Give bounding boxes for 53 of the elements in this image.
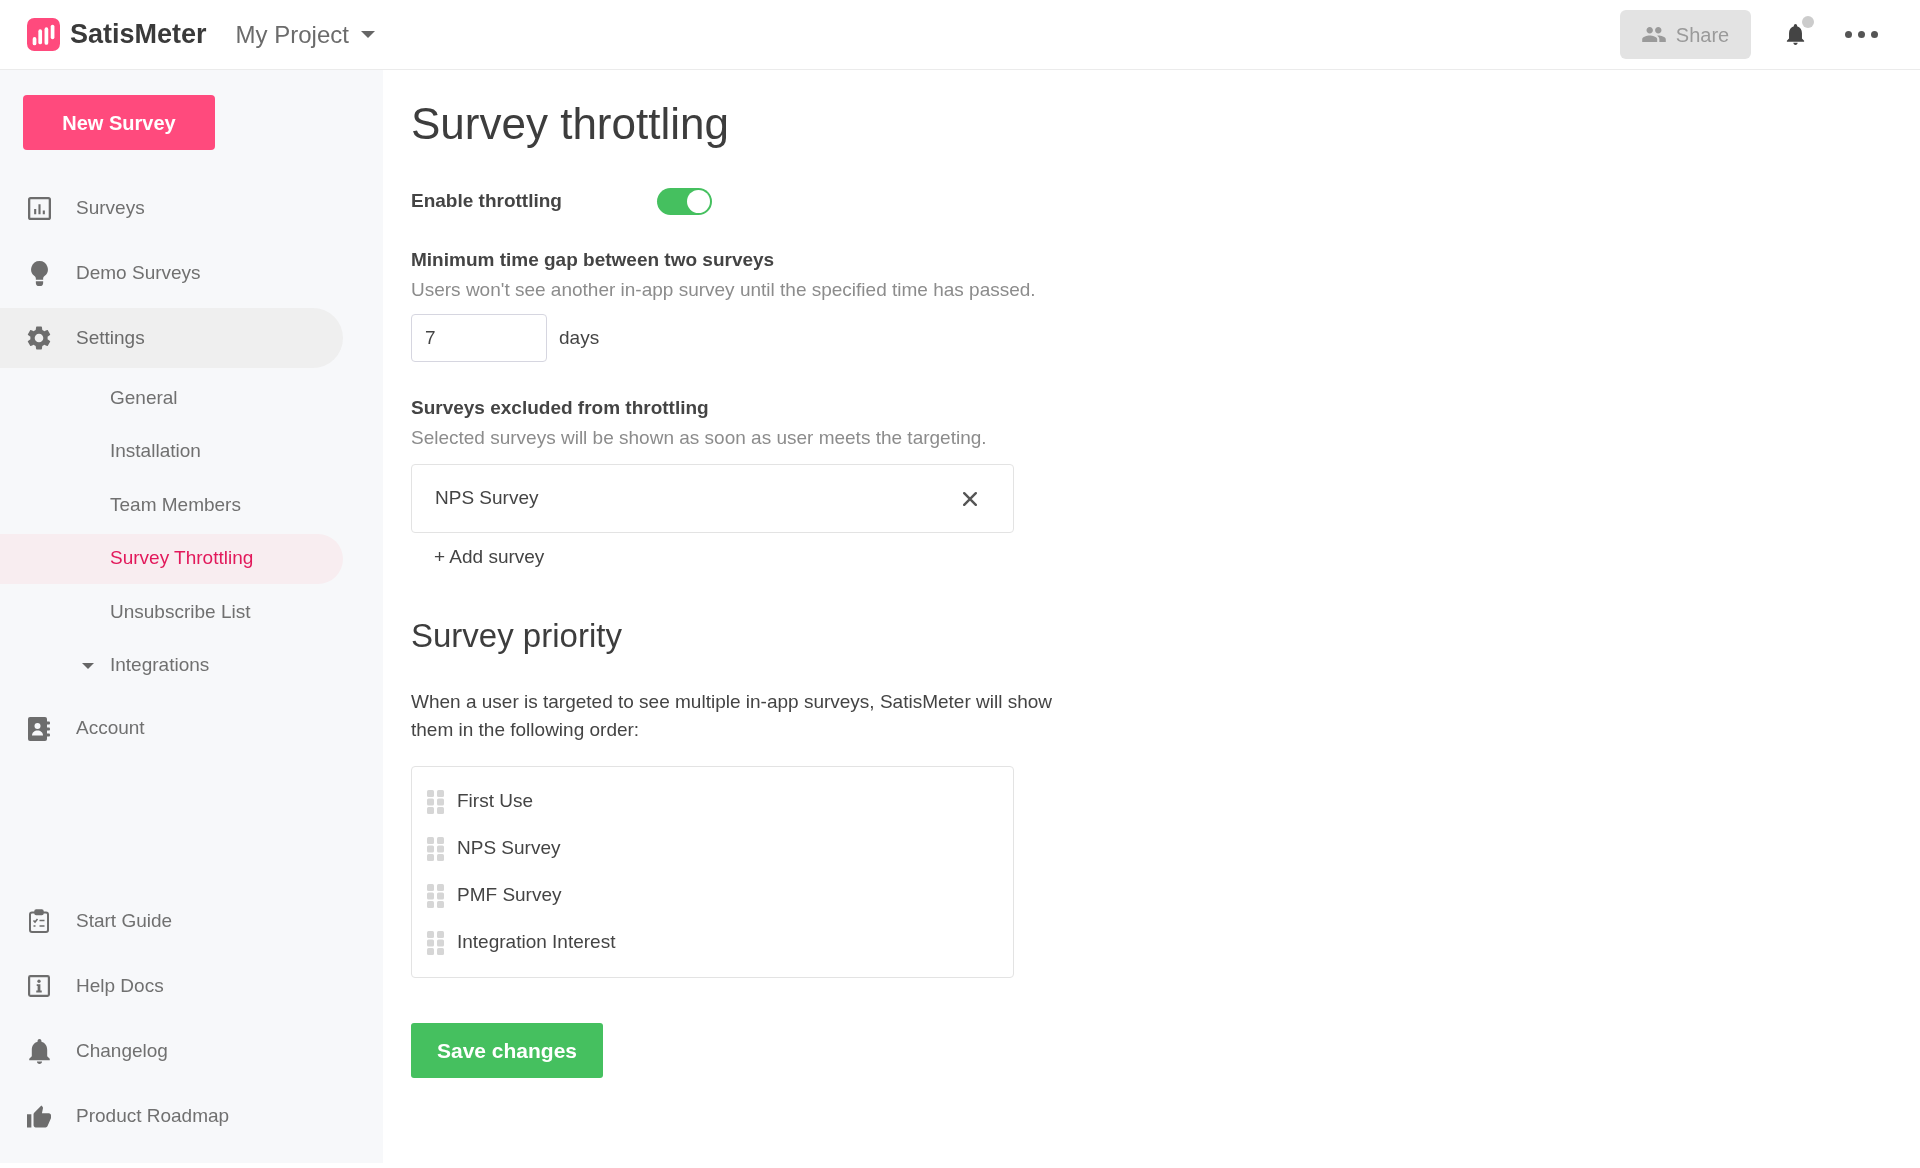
nav-item[interactable]: Surveys xyxy=(0,178,343,238)
page-title: Survey throttling xyxy=(411,98,729,150)
toggle-switch[interactable] xyxy=(657,187,712,215)
contact-book-icon xyxy=(28,716,50,741)
bar-chart-icon xyxy=(27,196,51,220)
setting-label: Enable throttling xyxy=(411,188,563,213)
nav-subitem[interactable]: Integrations xyxy=(0,640,343,691)
caret-icon xyxy=(82,662,94,669)
clipboard-icon xyxy=(29,909,49,933)
nav-item[interactable]: Help Docs xyxy=(0,956,343,1016)
nav-item[interactable]: Start Guide xyxy=(0,891,343,951)
nav-subitem[interactable]: Survey Throttling xyxy=(0,533,343,584)
setting-label: Surveys excluded from throttling xyxy=(411,396,709,420)
more-icon[interactable] xyxy=(1845,31,1878,38)
gear-icon xyxy=(27,326,51,350)
survey-name: NPS Survey xyxy=(457,836,561,861)
nav-subitem[interactable]: Team Members xyxy=(0,480,343,530)
project-dropdown[interactable]: My Project xyxy=(235,16,375,53)
nav-subitem[interactable]: Unsubscribe List xyxy=(0,587,343,637)
survey-name: PMF Survey xyxy=(457,883,562,908)
lightbulb-icon xyxy=(30,260,48,286)
nav-item[interactable]: Product Roadmap xyxy=(0,1086,343,1146)
drag-handle-icon[interactable] xyxy=(427,930,444,955)
setting-description: Users won't see another in-app survey until the specified time has passed. xyxy=(411,278,1036,302)
survey-name: First Use xyxy=(457,789,533,814)
logo-icon xyxy=(27,18,60,51)
setting-description: Selected surveys will be shown as soon as user meets the targeting. xyxy=(411,426,987,450)
drag-handle-icon[interactable] xyxy=(427,789,444,814)
bell-icon[interactable] xyxy=(1786,24,1805,45)
nav-subitem[interactable]: Installation xyxy=(0,426,343,477)
nav-item[interactable]: Demo Surveys xyxy=(0,243,343,303)
thumbs-up-icon xyxy=(27,1104,51,1128)
input-field[interactable]: 7 xyxy=(411,314,547,362)
section-description: When a user is targeted to see multiple in-app surveys, SatisMeter will show them in the following order: xyxy=(411,690,1053,742)
nav-item[interactable]: Changelog xyxy=(0,1021,343,1081)
logo-text: SatisMeter xyxy=(70,18,207,52)
nav-item[interactable]: Settings xyxy=(0,308,343,368)
survey-name: NPS Survey xyxy=(435,486,540,511)
unit-label: days xyxy=(559,325,600,350)
bell-icon xyxy=(28,1038,50,1064)
info-icon xyxy=(28,975,50,997)
drag-handle-icon[interactable] xyxy=(427,883,444,908)
caret-icon xyxy=(360,31,375,38)
setting-label: Minimum time gap between two surveys xyxy=(411,248,775,272)
drag-handle-icon[interactable] xyxy=(427,836,444,861)
survey-name: Integration Interest xyxy=(457,930,616,955)
nav-subitem[interactable]: General xyxy=(0,373,343,423)
add-survey-link[interactable]: + Add survey xyxy=(434,544,545,570)
users-icon xyxy=(1641,27,1666,42)
section-title: Survey priority xyxy=(411,616,622,656)
close-icon[interactable] xyxy=(963,491,977,506)
new-survey-button[interactable]: New Survey xyxy=(23,95,215,150)
nav-item[interactable]: Account xyxy=(0,698,343,759)
